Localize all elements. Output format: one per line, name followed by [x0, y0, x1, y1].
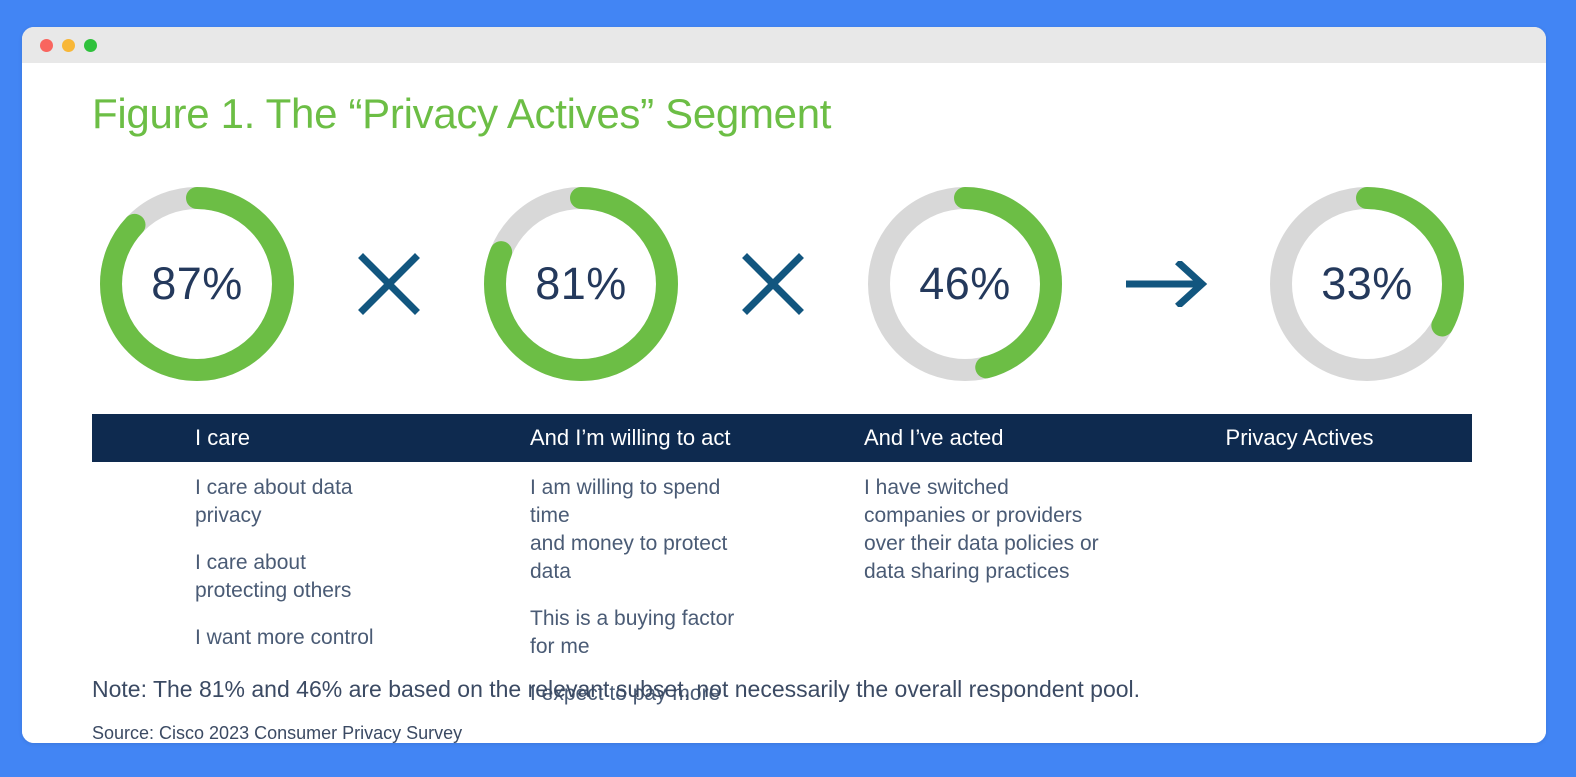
donut-chart-have-acted: 46%: [860, 179, 1070, 389]
list-item: I am willing to spend time and money to …: [530, 476, 728, 583]
column-body-row: I care about data privacy I care about p…: [92, 474, 1472, 708]
window-titlebar: [22, 27, 1546, 63]
operator-multiply-2: [686, 179, 860, 389]
operator-multiply-1: [302, 179, 476, 389]
donut-chart-privacy-actives: 33%: [1262, 179, 1472, 389]
multiply-icon: [742, 253, 804, 315]
list-item: I have switched companies or providers o…: [864, 476, 1099, 583]
column-header-i-care: I care: [195, 425, 251, 450]
list-item: I care about data privacy: [195, 476, 353, 527]
list-item: I care about protecting others: [195, 551, 352, 602]
column-header-have-acted: And I’ve acted: [864, 425, 1004, 450]
arrow-right-icon: [1126, 261, 1208, 307]
donut-chart-row: 87% 81% 46% 33%: [92, 179, 1472, 389]
donut-chart-willing-to-act: 81%: [476, 179, 686, 389]
donut-value-label-3: 46%: [919, 258, 1011, 309]
figure-source: Source: Cisco 2023 Consumer Privacy Surv…: [92, 723, 463, 743]
column-body-i-care: I care about data privacy I care about p…: [92, 474, 437, 708]
column-body-willing-to-act: I am willing to spend time and money to …: [437, 474, 782, 708]
column-body-privacy-actives: [1127, 474, 1472, 708]
figure-note: Note: The 81% and 46% are based on the r…: [92, 676, 1141, 702]
figure-content: Figure 1. The “Privacy Actives” Segment …: [22, 63, 1546, 743]
multiply-icon: [358, 253, 420, 315]
column-header-willing-to-act: And I’m willing to act: [530, 425, 731, 450]
browser-window: Figure 1. The “Privacy Actives” Segment …: [22, 27, 1546, 743]
close-window-button[interactable]: [40, 38, 53, 52]
donut-chart-i-care: 87%: [92, 179, 302, 389]
donut-value-label-2: 81%: [535, 258, 627, 309]
list-item: This is a buying factor for me: [530, 607, 735, 658]
column-body-have-acted: I have switched companies or providers o…: [782, 474, 1127, 708]
list-item: I want more control: [195, 626, 374, 649]
donut-value-label-4: 33%: [1321, 258, 1413, 309]
donut-value-label-1: 87%: [151, 258, 243, 309]
minimize-window-button[interactable]: [62, 38, 75, 52]
column-header-privacy-actives: Privacy Actives: [1225, 425, 1374, 450]
operator-arrow-right: [1070, 179, 1262, 389]
page-title: Figure 1. The “Privacy Actives” Segment: [92, 90, 832, 137]
column-header-bar: I care And I’m willing to act And I’ve a…: [92, 414, 1472, 462]
maximize-window-button[interactable]: [84, 38, 97, 52]
